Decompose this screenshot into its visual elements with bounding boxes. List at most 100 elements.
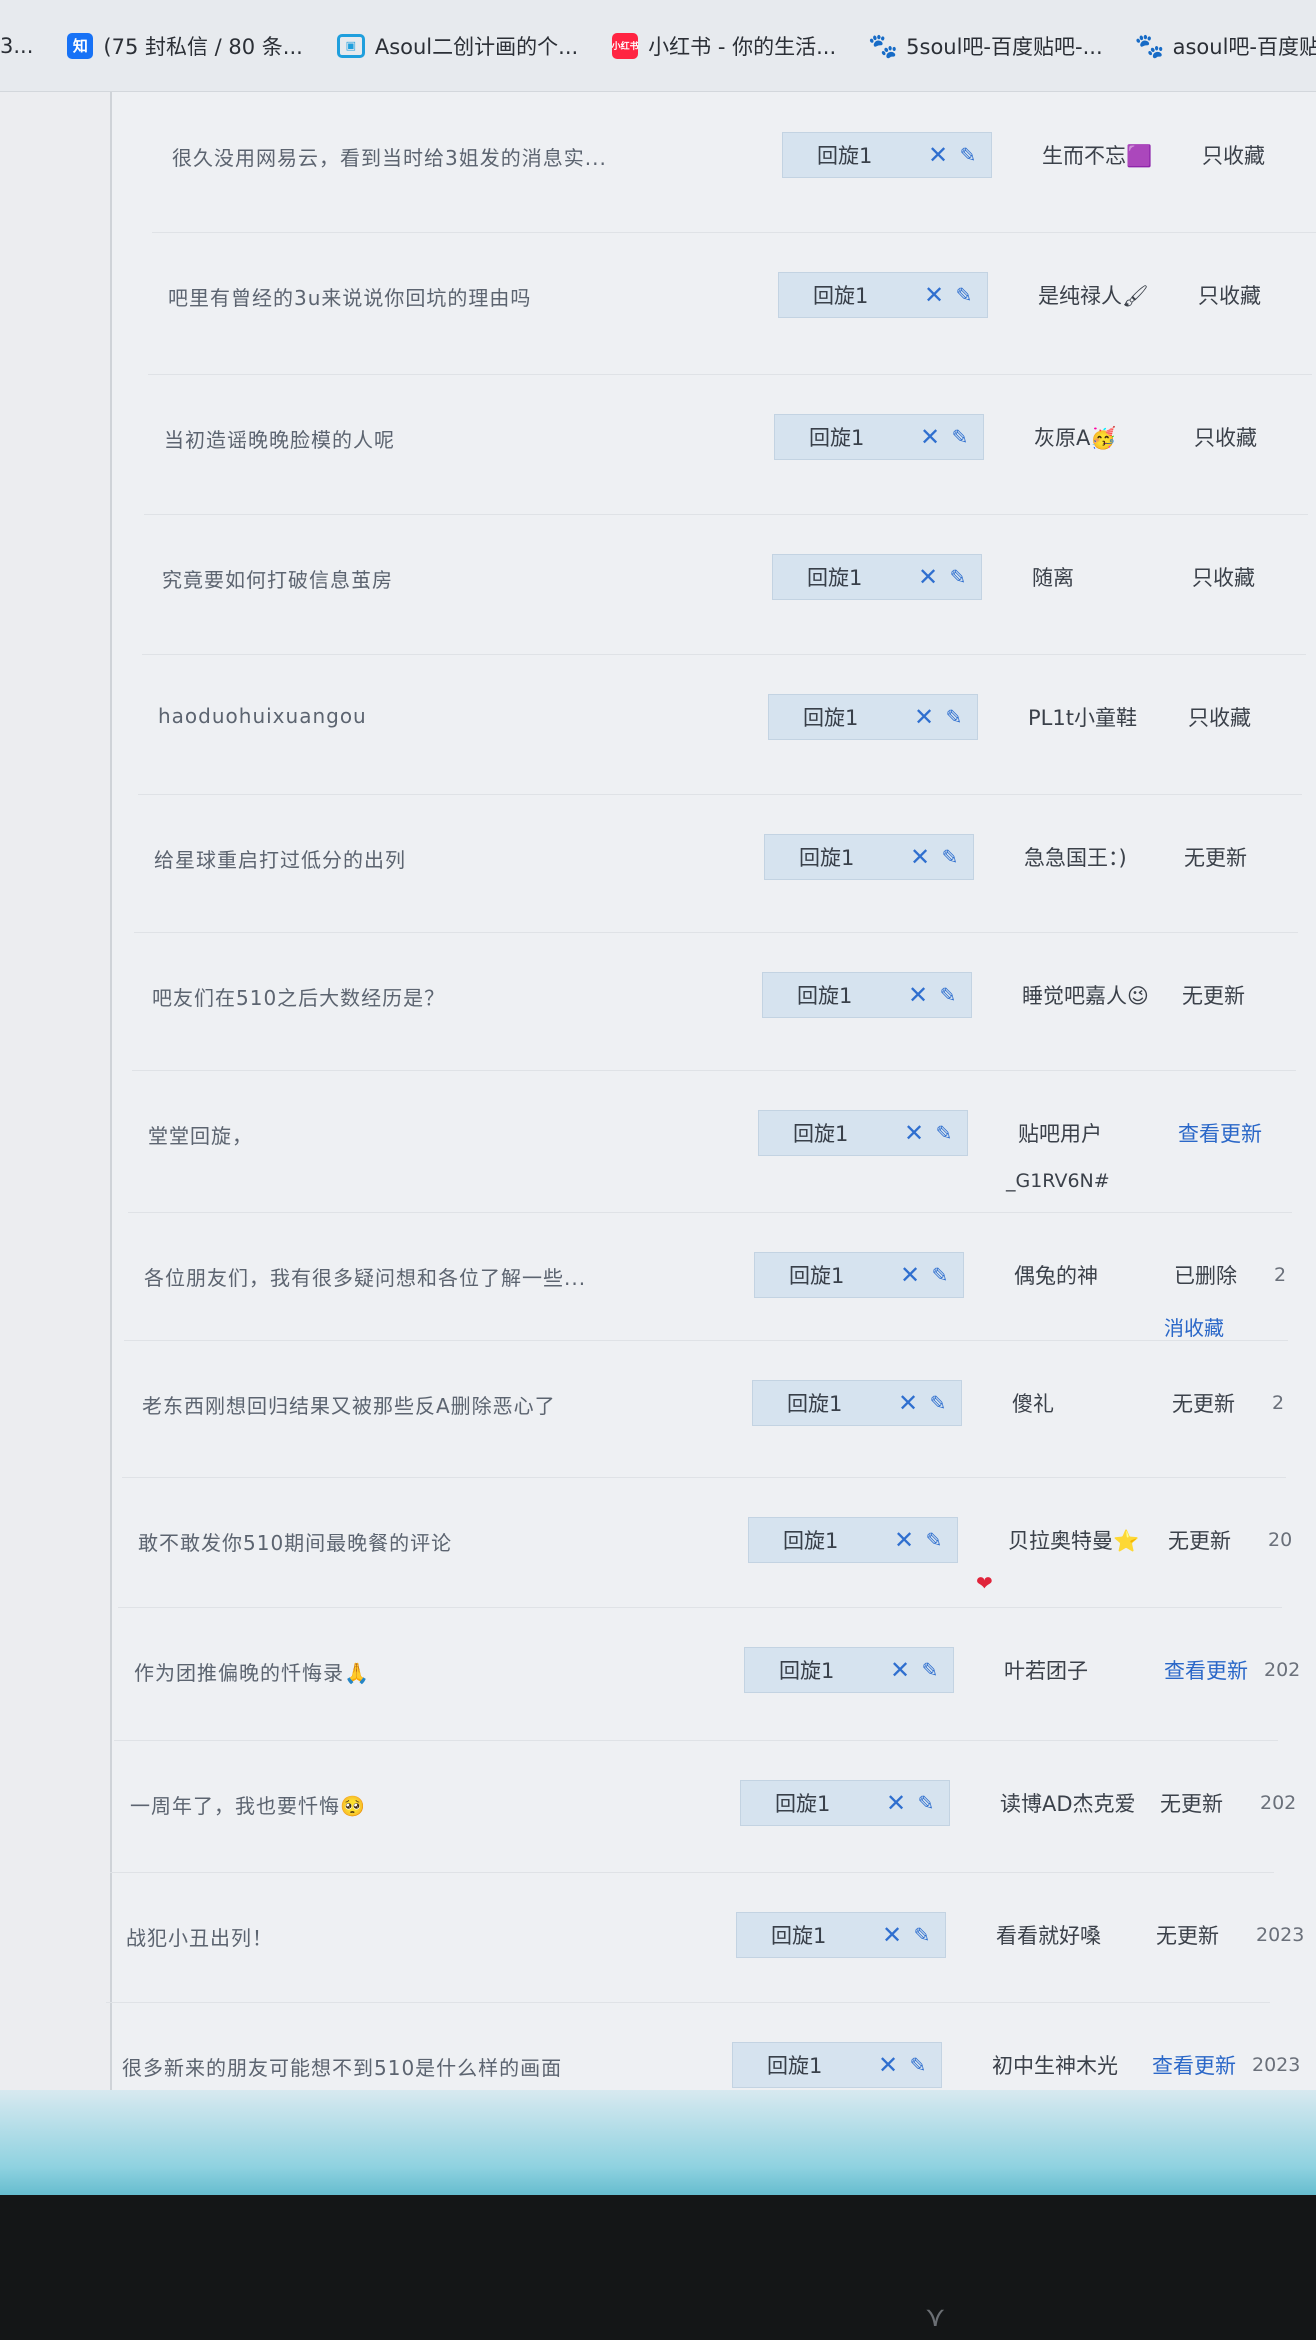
close-icon[interactable]: ✕	[905, 843, 935, 871]
action-group: 回旋1 ✕ ✎	[762, 972, 972, 1018]
author-name[interactable]: 睡觉吧嘉人😉	[1022, 980, 1149, 1010]
pencil-icon[interactable]: ✎	[935, 845, 965, 869]
pencil-icon[interactable]: ✎	[919, 1528, 949, 1552]
author-name[interactable]: 生而不忘🟪	[1042, 140, 1152, 170]
post-title-link[interactable]: haoduohuixuangou	[158, 704, 367, 728]
reply-button[interactable]: 回旋1	[763, 980, 903, 1010]
reply-button[interactable]: 回旋1	[783, 140, 923, 170]
pencil-icon[interactable]: ✎	[943, 565, 973, 589]
post-title-link[interactable]: 堂堂回旋，	[148, 1120, 253, 1149]
bookmark-item[interactable]: 知 (75 封私信 / 80 条...	[67, 31, 303, 61]
author-name[interactable]: 贝拉奥特曼⭐	[1008, 1525, 1139, 1555]
post-title-link[interactable]: 敢不敢发你510期间最晚餐的评论	[138, 1527, 452, 1556]
pencil-icon[interactable]: ✎	[933, 983, 963, 1007]
close-icon[interactable]: ✕	[919, 281, 949, 309]
pencil-icon[interactable]: ✎	[939, 705, 969, 729]
close-icon[interactable]: ✕	[895, 1261, 925, 1289]
post-date: 2023	[1256, 1924, 1305, 1946]
post-date: 20	[1268, 1529, 1293, 1551]
update-status: 已删除	[1174, 1264, 1237, 1288]
pencil-icon[interactable]: ✎	[953, 143, 983, 167]
pencil-icon[interactable]: ✎	[929, 1121, 959, 1145]
close-icon[interactable]: ✕	[889, 1526, 919, 1554]
author-name[interactable]: 初中生神木光	[992, 2050, 1118, 2080]
post-title-link[interactable]: 一周年了，我也要忏悔🥺	[130, 1790, 366, 1819]
close-icon[interactable]: ✕	[899, 1119, 929, 1147]
reply-button[interactable]: 回旋1	[755, 1260, 895, 1290]
post-title-link[interactable]: 各位朋友们，我有很多疑问想和各位了解一些...	[144, 1262, 586, 1291]
author-name[interactable]: 灰原A🥳	[1034, 422, 1117, 452]
author-name[interactable]: 是纯禄人🖌	[1038, 280, 1149, 310]
pencil-icon[interactable]: ✎	[949, 283, 979, 307]
reply-button[interactable]: 回旋1	[769, 702, 909, 732]
post-title-link[interactable]: 很久没用网易云，看到当时给3姐发的消息实...	[172, 142, 607, 171]
author-name[interactable]: 叶若团子	[1004, 1655, 1088, 1685]
close-icon[interactable]: ✕	[877, 1921, 907, 1949]
table-row: 给星球重启打过低分的出列 回旋1 ✕ ✎ 急急国王：) 无更新	[134, 794, 1298, 933]
reply-button[interactable]: 回旋1	[759, 1118, 899, 1148]
close-icon[interactable]: ✕	[909, 703, 939, 731]
update-status[interactable]: 查看更新	[1178, 1118, 1262, 1148]
reply-button[interactable]: 回旋1	[733, 2050, 873, 2080]
close-icon[interactable]: ✕	[913, 563, 943, 591]
close-icon[interactable]: ✕	[885, 1656, 915, 1684]
author-name-continued[interactable]: _G1RV6N#	[1006, 1170, 1110, 1192]
action-group: 回旋1 ✕ ✎	[744, 1647, 954, 1693]
update-status: 只收藏	[1198, 284, 1261, 308]
author-name[interactable]: 随离	[1032, 562, 1074, 592]
reply-button[interactable]: 回旋1	[753, 1388, 893, 1418]
post-title-link[interactable]: 很多新来的朋友可能想不到510是什么样的画面	[122, 2052, 562, 2081]
pencil-icon[interactable]: ✎	[923, 1391, 953, 1415]
pencil-icon[interactable]: ✎	[925, 1263, 955, 1287]
close-icon[interactable]: ✕	[873, 2051, 903, 2079]
reply-button[interactable]: 回旋1	[737, 1920, 877, 1950]
author-name[interactable]: 偶兔的神	[1014, 1260, 1098, 1290]
reply-button[interactable]: 回旋1	[745, 1655, 885, 1685]
bookmark-item[interactable]: 🐾 5soul吧-百度贴吧-...	[868, 31, 1102, 61]
update-status: 只收藏	[1192, 566, 1255, 590]
post-title-link[interactable]: 战犯小丑出列！	[126, 1922, 273, 1951]
post-title-link[interactable]: 老东西刚想回归结果又被那些反A删除恶心了	[142, 1390, 556, 1419]
post-title-link[interactable]: 给星球重启打过低分的出列	[154, 844, 406, 873]
post-title-link[interactable]: 究竟要如何打破信息茧房	[162, 564, 393, 593]
update-status[interactable]: 查看更新	[1152, 2050, 1236, 2080]
reply-button[interactable]: 回旋1	[749, 1525, 889, 1555]
post-title-link[interactable]: 当初造谣晚晚脸模的人呢	[164, 424, 395, 453]
update-status: 无更新	[1182, 984, 1245, 1008]
pencil-icon[interactable]: ✎	[915, 1658, 945, 1682]
post-title-link[interactable]: 吧里有曾经的3u来说说你回坑的理由吗	[168, 282, 531, 311]
author-name[interactable]: 看看就好嗓	[996, 1920, 1101, 1950]
pencil-icon[interactable]: ✎	[911, 1791, 941, 1815]
reply-button[interactable]: 回旋1	[765, 842, 905, 872]
reply-button[interactable]: 回旋1	[775, 422, 915, 452]
author-name[interactable]: PL1t小童鞋	[1028, 702, 1137, 732]
close-icon[interactable]: ✕	[881, 1789, 911, 1817]
post-date: 2023	[1252, 2054, 1301, 2076]
pencil-icon[interactable]: ✎	[945, 425, 975, 449]
reply-button[interactable]: 回旋1	[741, 1788, 881, 1818]
reply-button[interactable]: 回旋1	[773, 562, 913, 592]
author-name[interactable]: 读博AD杰克爱	[1000, 1788, 1136, 1818]
update-status: 无更新	[1184, 846, 1247, 870]
baidu-paw-icon: 🐾	[1134, 31, 1165, 60]
action-group: 回旋1 ✕ ✎	[768, 694, 978, 740]
post-title-link[interactable]: 作为团推偏晚的忏悔录🙏	[134, 1657, 370, 1686]
bookmark-item[interactable]: 小红书 小红书 - 你的生活...	[612, 31, 836, 61]
close-icon[interactable]: ✕	[903, 981, 933, 1009]
bookmark-item[interactable]: ▣ Asoul二创计画的个...	[336, 31, 578, 61]
post-title-link[interactable]: 吧友们在510之后大数经历是？	[152, 982, 445, 1011]
close-icon[interactable]: ✕	[923, 141, 953, 169]
update-status: 无更新	[1172, 1392, 1235, 1416]
bookmark-item[interactable]: 🐾 asoul吧-百度贴吧--...	[1134, 31, 1316, 61]
pencil-icon[interactable]: ✎	[907, 1923, 937, 1947]
cancel-favorite-link[interactable]: 消收藏	[1164, 1312, 1224, 1341]
author-name[interactable]: 急急国王：)	[1024, 842, 1127, 872]
author-name[interactable]: 傻礼	[1012, 1388, 1054, 1418]
author-name[interactable]: 贴吧用户	[1018, 1118, 1102, 1148]
reply-button[interactable]: 回旋1	[779, 280, 919, 310]
close-icon[interactable]: ✕	[893, 1389, 923, 1417]
update-status[interactable]: 查看更新	[1164, 1655, 1248, 1685]
close-icon[interactable]: ✕	[915, 423, 945, 451]
bookmark-item[interactable]: 3...	[0, 34, 33, 58]
pencil-icon[interactable]: ✎	[903, 2053, 933, 2077]
